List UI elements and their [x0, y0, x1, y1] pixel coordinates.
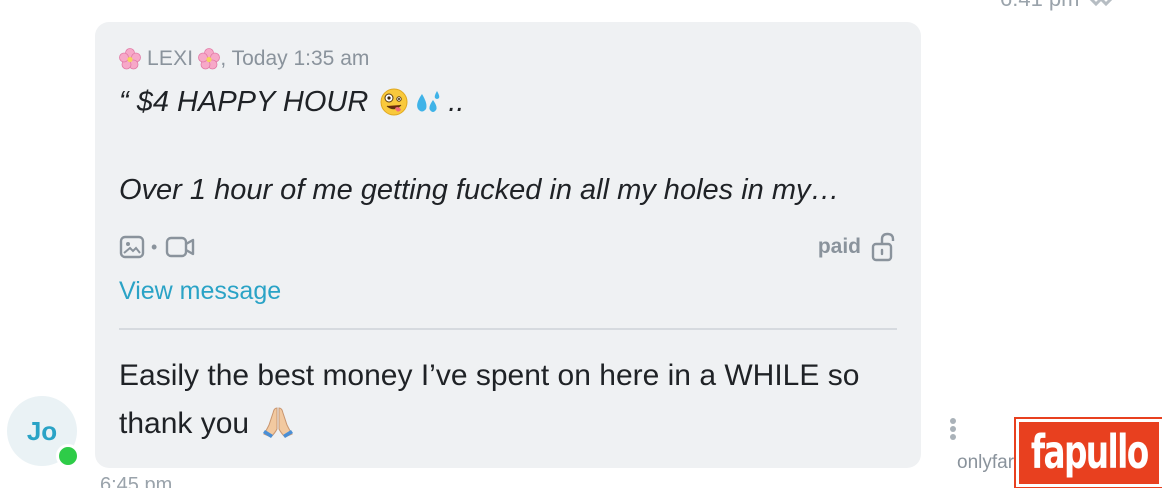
divider: [119, 328, 897, 330]
previous-message-time: 6:41 pm: [1000, 0, 1080, 12]
cherry-blossom-icon: [119, 48, 141, 70]
site-label: onlyfar: [957, 452, 1015, 473]
quoted-ellipsis: ..: [448, 86, 465, 118]
paid-label: paid: [817, 235, 861, 258]
quoted-text-line-2: Over 1 hour of me getting fucked in all …: [119, 174, 840, 206]
quoted-timestamp: , Today 1:35 am: [220, 47, 370, 70]
quoted-message[interactable]: LEXI , Today 1:35 am “ $4 HAPPY HOUR .. …: [119, 44, 897, 212]
double-check-icon: [1089, 0, 1113, 7]
sweat-droplets-icon: [412, 89, 442, 115]
view-message-link[interactable]: View message: [119, 277, 281, 306]
paid-status: paid: [818, 232, 897, 262]
media-indicators: • paid: [119, 230, 897, 264]
message-bubble: LEXI , Today 1:35 am “ $4 HAPPY HOUR .. …: [95, 22, 921, 468]
chat-screen: 6:41 pm: [0, 0, 1162, 488]
reply-text: Easily the best money I’ve spent on here…: [119, 352, 897, 448]
watermark-logo: fapullo: [1014, 417, 1162, 488]
unlocked-padlock-icon: [871, 232, 895, 262]
folded-hands-icon: [261, 405, 295, 439]
zany-face-icon: [380, 88, 408, 116]
quoted-sender-name: LEXI: [147, 47, 194, 70]
avatar-initials: Jo: [26, 415, 58, 446]
image-icon: [119, 235, 145, 259]
video-icon: [166, 236, 195, 258]
quoted-sender-line: LEXI , Today 1:35 am: [119, 44, 897, 74]
kebab-menu-icon[interactable]: [946, 418, 960, 446]
cherry-blossom-icon: [198, 48, 221, 70]
quoted-text-line-1: “ $4 HAPPY HOUR ..: [119, 82, 897, 122]
quoted-text: “ $4 HAPPY HOUR .. Over 1 hour of me get…: [119, 82, 897, 212]
quoted-headline: “ $4 HAPPY HOUR: [119, 86, 369, 118]
separator-dot: •: [151, 236, 158, 257]
reply-body: Easily the best money I’ve spent on here…: [119, 359, 860, 440]
online-status-indicator: [56, 444, 80, 468]
message-time: 6:45 pm: [100, 474, 173, 488]
watermark-text: fapullo: [1030, 426, 1149, 480]
